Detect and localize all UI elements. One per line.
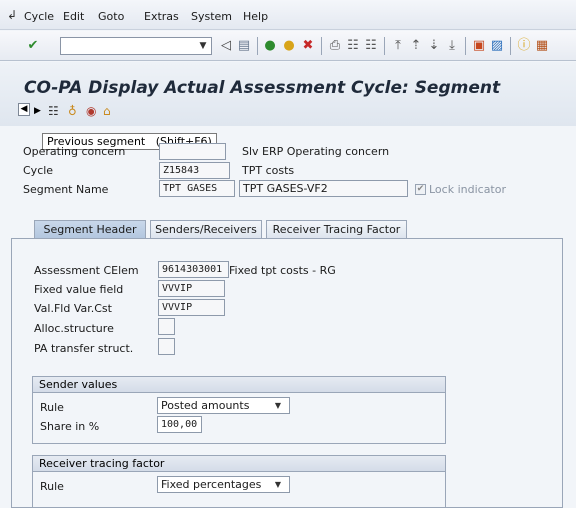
val-fld-var-cst-input[interactable]: VVVIP [158,299,225,316]
operating-concern-label: Operating concern [23,145,126,158]
segment-name-field[interactable]: TPT GASES [159,180,235,197]
previous-segment-icon[interactable]: ◀ [18,103,30,116]
back-green-icon[interactable]: ● [262,38,278,54]
segment-description-field[interactable]: TPT GASES-VF2 [239,180,408,197]
receiver-tracing-factor-title: Receiver tracing factor [33,456,445,472]
cycle-description: TPT costs [242,164,295,177]
menu-edit[interactable]: Edit [63,10,84,23]
receiver-rule-dropdown[interactable]: Fixed percentages ▼ [157,476,290,493]
receiver-rule-value: Fixed percentages [161,478,262,491]
previous-page-icon[interactable]: ⇡ [408,38,424,54]
assessment-celem-field[interactable]: 9614303001 [158,261,229,278]
assessment-celem-description: Fixed tpt costs - RG [229,264,336,277]
tab-segment-header[interactable]: Segment Header [34,220,146,238]
share-in-percent-field[interactable]: 100,00 [157,416,202,433]
tab-senders-receivers[interactable]: Senders/Receivers [150,220,262,238]
assessment-celem-label: Assessment CElem [34,264,139,277]
sender-values-title: Sender values [33,377,445,393]
shortcut-icon[interactable]: ▨ [489,38,505,54]
structure-icon[interactable]: ⌂ [103,104,111,118]
sender-rule-label: Rule [40,401,64,414]
next-page-icon[interactable]: ⇣ [426,38,442,54]
pa-transfer-struct-input[interactable] [158,338,175,355]
command-dropdown-icon[interactable]: ▼ [196,38,210,54]
toolbar-separator [465,37,466,55]
alloc-structure-label: Alloc.structure [34,322,114,335]
sender-rule-dropdown[interactable]: Posted amounts ▼ [157,397,290,414]
menu-bar: ↲ Cycle Edit Goto Extras System Help [0,0,576,30]
standard-toolbar: ✔ ▼ ◁ ▤ ● ● ✖ ⎙ ☷ ☷ ⤒ ⇡ ⇣ ⤓ ▣ ▨ ⓘ ▦ [0,31,576,61]
help-icon[interactable]: ⓘ [516,38,532,54]
cycle-label: Cycle [23,164,54,177]
fixed-value-field-label: Fixed value field [34,283,124,296]
cycle-field[interactable]: Z15843 [159,162,230,179]
last-page-icon[interactable]: ⤓ [444,38,460,54]
enter-check-icon[interactable]: ✔ [25,38,41,54]
next-segment-icon[interactable]: ▶ [34,106,41,116]
first-page-icon[interactable]: ⤒ [390,38,406,54]
operating-concern-description: Slv ERP Operating concern [242,145,390,158]
back-arrow-icon[interactable]: ◁ [218,38,234,54]
tab-receiver-tracing-factor[interactable]: Receiver Tracing Factor [266,220,407,238]
save-icon[interactable]: ▤ [236,38,252,54]
page-title: CO-PA Display Actual Assessment Cycle: S… [24,78,501,98]
find-binoculars-icon[interactable]: ☷ [48,104,59,118]
receiver-rule-label: Rule [40,480,64,493]
val-fld-var-cst-label: Val.Fld Var.Cst [34,302,112,315]
operating-concern-field[interactable] [159,143,226,160]
lock-indicator-checkbox[interactable]: ✔ [415,184,426,195]
cancel-red-icon[interactable]: ✖ [300,38,316,54]
menu-system[interactable]: System [191,10,232,23]
menu-cycle[interactable]: Cycle [24,10,54,23]
find-next-icon[interactable]: ☷ [363,38,379,54]
toolbar-separator [257,37,258,55]
share-in-percent-label: Share in % [40,420,100,433]
chevron-down-icon: ▼ [274,401,281,410]
exit-yellow-icon[interactable]: ● [281,38,297,54]
command-field[interactable] [60,37,212,55]
menu-goto[interactable]: Goto [98,10,124,23]
person-icon[interactable]: ♁ [68,104,77,118]
create-session-icon[interactable]: ▣ [471,38,487,54]
fixed-value-field-input[interactable]: VVVIP [158,280,225,297]
overview-icon[interactable]: ◉ [86,104,96,118]
lock-indicator-label: Lock indicator [429,183,506,196]
menu-exit-icon[interactable]: ↲ [7,8,17,22]
alloc-structure-input[interactable] [158,318,175,335]
toolbar-separator [510,37,511,55]
menu-help[interactable]: Help [243,10,268,23]
menu-extras[interactable]: Extras [144,10,179,23]
segment-name-label: Segment Name [23,183,109,196]
sender-rule-value: Posted amounts [161,399,250,412]
customize-layout-icon[interactable]: ▦ [534,38,550,54]
find-icon[interactable]: ☷ [345,38,361,54]
toolbar-separator [321,37,322,55]
chevron-down-icon: ▼ [274,480,281,489]
print-icon[interactable]: ⎙ [327,38,343,54]
pa-transfer-struct-label: PA transfer struct. [34,342,134,355]
toolbar-separator [384,37,385,55]
